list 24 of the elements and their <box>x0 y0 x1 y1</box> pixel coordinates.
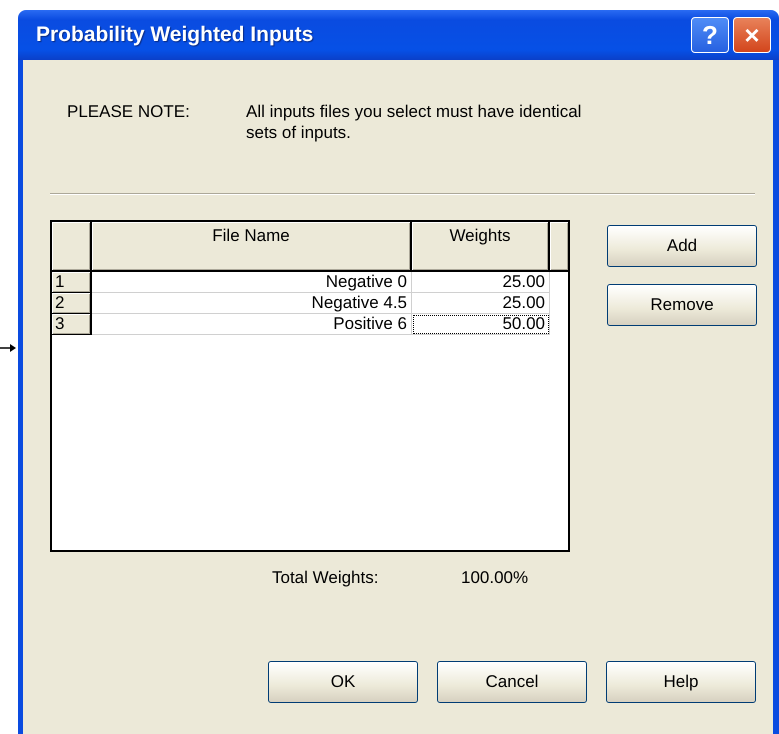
row-header[interactable]: 1 <box>52 272 92 293</box>
table-cell[interactable]: 25.00 <box>412 293 550 314</box>
total-value: 100.00% <box>461 568 528 588</box>
table-cell[interactable]: 25.00 <box>412 272 550 293</box>
table-cell: Negative 4.5 <box>92 293 412 314</box>
note-label: PLEASE NOTE: <box>67 102 191 123</box>
total-label: Total Weights: <box>272 568 380 588</box>
row-header[interactable]: 3 <box>52 314 92 335</box>
column-header[interactable]: Weights <box>412 222 550 272</box>
help-button[interactable]: ? <box>691 17 729 53</box>
column-header[interactable]: File Name <box>92 222 412 272</box>
cancel-button[interactable]: Cancel <box>437 661 587 703</box>
table-cell[interactable]: 50.00 <box>412 314 550 335</box>
window-title: Probability Weighted Inputs <box>36 23 314 47</box>
arrow-icon <box>0 343 16 353</box>
close-button[interactable]: × <box>733 17 771 53</box>
add-button[interactable]: Add <box>607 225 757 267</box>
table-cell: Negative 0 <box>92 272 412 293</box>
note-text: All inputs files you select must have identical sets of inputs. <box>246 101 582 143</box>
help-button[interactable]: Help <box>606 661 756 703</box>
remove-button[interactable]: Remove <box>607 284 757 326</box>
row-header[interactable]: 2 <box>52 293 92 314</box>
table-cell: Positive 6 <box>92 314 412 335</box>
ok-button[interactable]: OK <box>268 661 418 703</box>
